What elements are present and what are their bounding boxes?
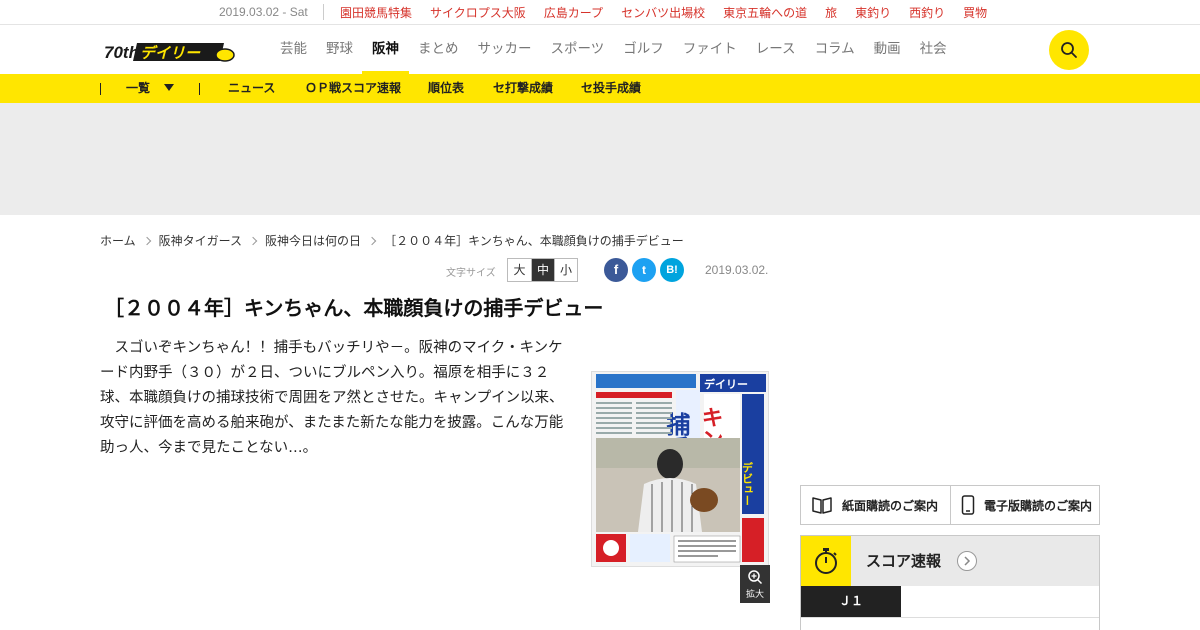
stopwatch-icon — [815, 548, 837, 574]
nav-race[interactable]: レース — [756, 25, 796, 74]
chevron-right-icon — [367, 236, 377, 245]
paper-subscription-link[interactable]: 紙面購読のご案内 — [801, 486, 950, 524]
breadcrumb: ホーム 阪神タイガース 阪神今日は何の日 ［２００４年］キンちゃん、本職顔負けの… — [100, 232, 684, 249]
today-date: 2019.03.02 - Sat — [219, 5, 308, 19]
font-size-switcher: 大 中 小 — [507, 258, 578, 282]
chevron-right-icon — [142, 236, 151, 245]
top-divider — [323, 4, 324, 20]
top-link-tokyo-olympics[interactable]: 東京五輪への道 — [723, 4, 807, 21]
newspaper-front-page-image[interactable]: デイリー 捕手 キンちゃん デビュー — [592, 372, 768, 566]
open-book-icon — [812, 497, 832, 514]
score-more-button[interactable] — [957, 551, 977, 571]
nav-geinou[interactable]: 芸能 — [280, 25, 307, 74]
nav-baseball[interactable]: 野球 — [326, 25, 353, 74]
chevron-right-icon — [248, 236, 258, 245]
top-link-east-fishing[interactable]: 東釣り — [855, 4, 891, 21]
digital-subscription-link[interactable]: 電子版購読のご案内 — [950, 486, 1099, 524]
nav-soccer[interactable]: サッカー — [478, 25, 532, 74]
nav-matome[interactable]: まとめ — [418, 25, 459, 74]
subnav-pitching-stats[interactable]: セ投手成績 — [581, 74, 641, 103]
top-link-cyclops-osaka[interactable]: サイクロプス大阪 — [430, 4, 526, 21]
enlarge-image-button[interactable]: 拡大 — [740, 565, 770, 603]
subscription-links: 紙面購読のご案内 電子版購読のご案内 — [800, 485, 1100, 525]
facebook-share-button[interactable]: f — [604, 258, 628, 282]
top-strip: 2019.03.02 - Sat 園田競馬特集 サイクロプス大阪 広島カープ セ… — [0, 0, 1200, 25]
stopwatch-icon-box — [801, 536, 851, 586]
nav-society[interactable]: 社会 — [920, 25, 947, 74]
subnav-divider — [100, 83, 101, 95]
breadcrumb-current: ［２００４年］キンちゃん、本職顔負けの捕手デビュー — [384, 234, 684, 248]
nav-fight[interactable]: ファイト — [683, 25, 737, 74]
smartphone-icon — [961, 495, 975, 515]
score-panel-title: スコア速報 — [866, 552, 942, 570]
search-icon — [1061, 42, 1077, 58]
site-header: 70th デイリー 芸能 野球 阪神 まとめ サッカー スポーツ ゴルフ ファイ… — [0, 25, 1200, 74]
article-body: スゴいぞキンちゃん！！捕手もバッチリや－。阪神のマイク・キンケード内野手（３０）… — [100, 340, 564, 456]
zoom-in-icon — [748, 570, 763, 585]
nav-hanshin[interactable]: 阪神 — [362, 25, 409, 74]
enlarge-label: 拡大 — [745, 590, 764, 600]
score-list — [801, 617, 1099, 630]
nav-golf[interactable]: ゴルフ — [623, 25, 664, 74]
top-link-hiroshima-carp[interactable]: 広島カープ — [544, 4, 603, 21]
score-panel: スコア速報 Ｊ１ — [800, 535, 1100, 630]
sub-nav: 一覧 ニュース ＯＰ戦スコア速報 順位表 セ打撃成績 セ投手成績 — [0, 74, 1200, 103]
top-link-shopping[interactable]: 買物 — [963, 4, 987, 21]
chevron-right-icon — [964, 556, 971, 566]
paper-subscription-label: 紙面購読のご案内 — [842, 498, 939, 513]
breadcrumb-home[interactable]: ホーム — [100, 232, 136, 249]
nav-video[interactable]: 動画 — [874, 25, 901, 74]
search-button[interactable] — [1049, 30, 1089, 70]
list-dropdown[interactable]: 一覧 — [126, 74, 175, 103]
subnav-divider — [199, 83, 200, 95]
twitter-share-button[interactable]: t — [632, 258, 656, 282]
article-title: ［２００４年］キンちゃん、本職顔負けの捕手デビュー — [104, 296, 604, 320]
digital-subscription-label: 電子版購読のご案内 — [984, 498, 1093, 513]
font-size-large[interactable]: 大 — [508, 259, 531, 281]
caret-down-icon — [164, 84, 175, 91]
breadcrumb-tigers[interactable]: 阪神タイガース — [159, 232, 242, 249]
score-panel-header: スコア速報 — [801, 536, 1099, 586]
main-nav: 芸能 野球 阪神 まとめ サッカー スポーツ ゴルフ ファイト レース コラム … — [280, 25, 966, 74]
top-link-senbatsu[interactable]: センバツ出場校 — [621, 4, 705, 21]
list-dropdown-label: 一覧 — [126, 81, 151, 95]
breadcrumb-on-this-day[interactable]: 阪神今日は何の日 — [265, 232, 361, 249]
top-link-sonoda-keiba[interactable]: 園田競馬特集 — [340, 4, 412, 21]
subnav-news[interactable]: ニュース — [228, 74, 275, 103]
svg-text:デビュー: デビュー — [741, 461, 754, 506]
svg-text:デイリー: デイリー — [140, 44, 201, 62]
publish-date: 2019.03.02. — [705, 263, 769, 277]
top-link-west-fishing[interactable]: 西釣り — [909, 4, 945, 21]
tab-j1[interactable]: Ｊ１ — [801, 586, 901, 617]
nav-sports[interactable]: スポーツ — [551, 25, 605, 74]
site-logo[interactable]: 70th デイリー — [104, 37, 236, 65]
top-links: 園田競馬特集 サイクロプス大阪 広島カープ センバツ出場校 東京五輪への道 旅 … — [340, 4, 1005, 21]
subnav-op-score[interactable]: ＯＰ戦スコア速報 — [305, 74, 401, 103]
svg-text:デイリー: デイリー — [704, 377, 748, 391]
font-size-medium[interactable]: 中 — [531, 259, 554, 281]
nav-column[interactable]: コラム — [815, 25, 855, 74]
font-size-small[interactable]: 小 — [554, 259, 577, 281]
hatena-bookmark-button[interactable]: B! — [660, 258, 684, 282]
font-size-label: 文字サイズ — [446, 268, 496, 279]
top-link-travel[interactable]: 旅 — [825, 4, 837, 21]
subnav-batting-stats[interactable]: セ打撃成績 — [493, 74, 553, 103]
ad-banner-area — [0, 103, 1200, 215]
subnav-standings[interactable]: 順位表 — [428, 74, 464, 103]
